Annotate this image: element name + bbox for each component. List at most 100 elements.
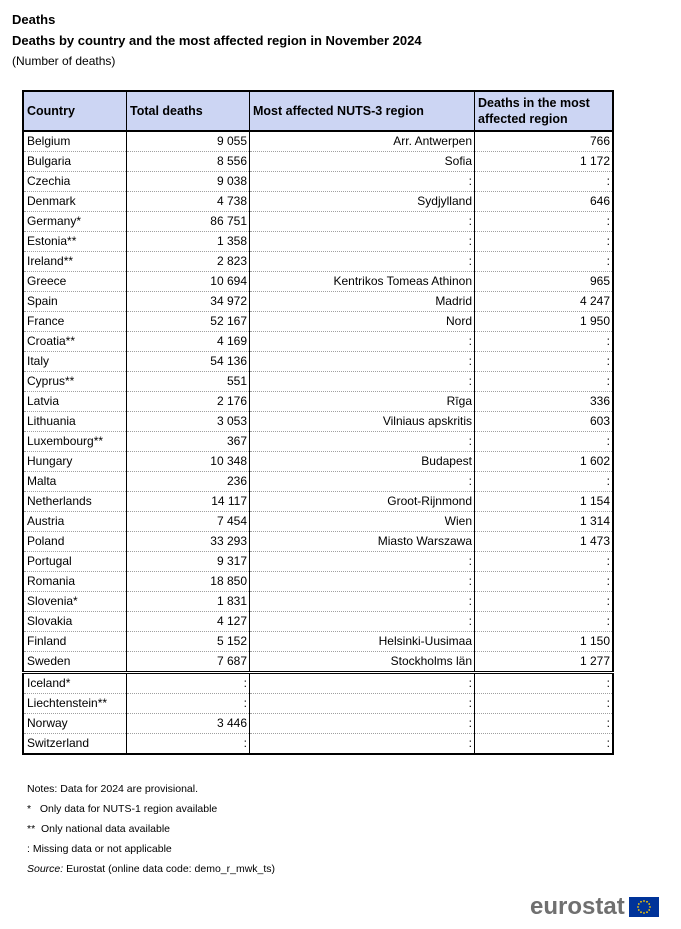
deaths-table: Country Total deaths Most affected NUTS-… [22, 90, 614, 755]
table-row: Slovakia 4 127:: [22, 611, 614, 632]
country-cell: France [22, 311, 127, 332]
region-deaths-cell: : [474, 331, 614, 352]
region-cell: : [249, 733, 475, 755]
total-deaths-cell: 3 053 [126, 411, 250, 432]
region-cell: Wien [249, 511, 475, 532]
country-cell: Estonia** [22, 231, 127, 252]
total-deaths-cell: 8 556 [126, 151, 250, 172]
country-cell: Latvia [22, 391, 127, 412]
country-cell: Iceland* [22, 672, 127, 694]
region-deaths-cell: : [474, 591, 614, 612]
table-row: Norway 3 446:: [22, 713, 614, 734]
note-national: ** Only national data available [27, 823, 171, 835]
country-cell: Liechtenstein** [22, 693, 127, 714]
total-deaths-cell: 7 454 [126, 511, 250, 532]
table-row: Belgium 9 055 Arr. Antwerpen 766 [22, 131, 614, 152]
country-cell: Belgium [22, 131, 127, 152]
region-cell: : [249, 371, 475, 392]
source-note: Source: Eurostat (online data code: demo… [27, 859, 275, 879]
region-cell: Miasto Warszawa [249, 531, 475, 552]
country-cell: Ireland** [22, 251, 127, 272]
note-nuts1: * Only data for NUTS-1 region available [27, 803, 218, 815]
country-cell: Poland [22, 531, 127, 552]
eu-flag-icon [628, 897, 659, 917]
region-deaths-cell: : [474, 231, 614, 252]
region-deaths-cell: : [474, 713, 614, 734]
eu-star-icon [642, 912, 645, 914]
eu-star-icon [648, 906, 651, 908]
region-deaths-cell: : [474, 733, 614, 755]
total-deaths-cell: 54 136 [126, 351, 250, 372]
region-cell: Sofia [249, 151, 475, 172]
country-cell: Finland [22, 631, 127, 652]
table-row: Liechtenstein**::: [22, 693, 614, 714]
table-row: Denmark 4 738 Sydjylland 646 [22, 191, 614, 212]
region-deaths-cell: 1 154 [474, 491, 614, 512]
region-cell: Helsinki-Uusimaa [249, 631, 475, 652]
eu-star-icon [639, 900, 642, 903]
total-deaths-cell: 2 823 [126, 251, 250, 272]
total-deaths-cell: 367 [126, 431, 250, 452]
total-deaths-cell: 10 348 [126, 451, 250, 472]
total-deaths-cell: 9 038 [126, 171, 250, 192]
country-cell: Sweden [22, 651, 127, 674]
region-cell: : [249, 331, 475, 352]
region-deaths-cell: : [474, 611, 614, 632]
table-row: Netherlands 14 117 Groot-Rijnmond 1 154 [22, 491, 614, 512]
eu-star-icon [642, 900, 645, 902]
region-cell: : [249, 351, 475, 372]
total-deaths-cell: 4 738 [126, 191, 250, 212]
country-cell: Czechia [22, 171, 127, 192]
note-provisional: Notes: Data for 2024 are provisional. [27, 783, 199, 795]
eu-star-icon [636, 906, 639, 908]
total-deaths-cell: 1 831 [126, 591, 250, 612]
region-deaths-cell: 1 150 [474, 631, 614, 652]
region-cell: Budapest [249, 451, 475, 472]
region-deaths-cell: : [474, 693, 614, 714]
country-cell: Slovakia [22, 611, 127, 632]
country-cell: Malta [22, 471, 127, 492]
table-row: Ireland** 2 823:: [22, 251, 614, 272]
table-header-row: Country Total deaths Most affected NUTS-… [22, 90, 614, 132]
region-deaths-cell: : [474, 471, 614, 492]
table-row: Romania 18 850:: [22, 571, 614, 592]
table-row: Cyprus** 551:: [22, 371, 614, 392]
region-deaths-cell: 1 277 [474, 651, 614, 674]
table-row: Hungary 10 348 Budapest 1 602 [22, 451, 614, 472]
region-cell: Nord [249, 311, 475, 332]
total-deaths-cell: 18 850 [126, 571, 250, 592]
eu-star-icon [639, 911, 642, 914]
region-cell: : [249, 693, 475, 714]
region-deaths-cell: 603 [474, 411, 614, 432]
note-missing: : Missing data or not applicable [27, 843, 172, 855]
table-row: Italy 54 136:: [22, 351, 614, 372]
country-cell: Lithuania [22, 411, 127, 432]
country-cell: Greece [22, 271, 127, 292]
eu-star-icon [647, 909, 650, 911]
table-row: Iceland*::: [22, 672, 614, 694]
country-cell: Denmark [22, 191, 127, 212]
region-cell: : [249, 431, 475, 452]
unit-label: (Number of deaths) [12, 54, 116, 68]
country-cell: Switzerland [22, 733, 127, 755]
region-deaths-cell: : [474, 351, 614, 372]
country-cell: Bulgaria [22, 151, 127, 172]
region-deaths-cell: 1 172 [474, 151, 614, 172]
region-cell: : [249, 591, 475, 612]
region-deaths-cell: 1 950 [474, 311, 614, 332]
total-deaths-cell: 10 694 [126, 271, 250, 292]
total-deaths-cell: 551 [126, 371, 250, 392]
region-deaths-cell: 1 602 [474, 451, 614, 472]
country-cell: Germany* [22, 211, 127, 232]
region-deaths-cell: : [474, 672, 614, 694]
region-deaths-cell: 1 314 [474, 511, 614, 532]
total-deaths-cell: 1 358 [126, 231, 250, 252]
table-row: Lithuania 3 053 Vilniaus apskritis 603 [22, 411, 614, 432]
eu-star-icon [645, 911, 648, 914]
table-row: Finland 5 152 Helsinki-Uusimaa 1 150 [22, 631, 614, 652]
region-deaths-cell: 1 473 [474, 531, 614, 552]
total-deaths-cell: 236 [126, 471, 250, 492]
region-cell: : [249, 171, 475, 192]
table-row: Luxembourg** 367:: [22, 431, 614, 452]
total-deaths-cell: 7 687 [126, 651, 250, 674]
